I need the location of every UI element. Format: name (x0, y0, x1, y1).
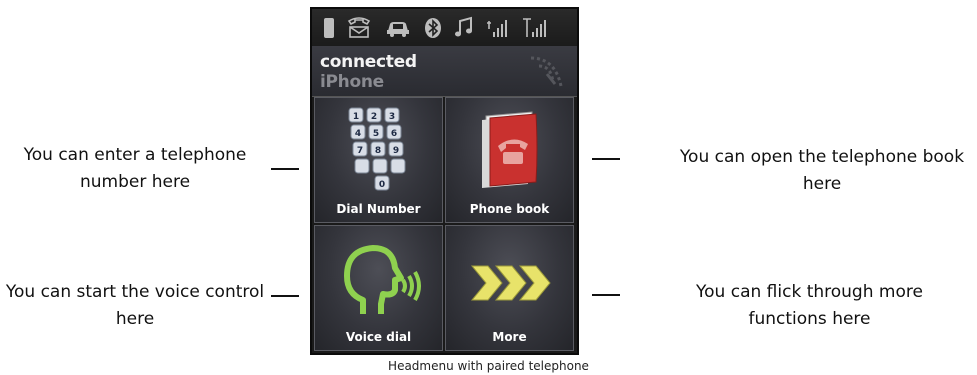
svg-text:7: 7 (357, 146, 363, 156)
tile-label: Voice dial (345, 330, 412, 344)
tile-more[interactable]: More (445, 225, 574, 351)
phone-message-icon (347, 17, 371, 38)
svg-text:4: 4 (355, 129, 361, 139)
tile-phone-book[interactable]: Phone book (445, 97, 574, 223)
annotation-phone-book: You can open the telephone book here (679, 147, 965, 194)
figure-caption: Headmenu with paired telephone (388, 359, 589, 373)
tile-label: More (492, 330, 527, 344)
annotation-voice-dial: You can start the voice control here (5, 282, 265, 329)
tile-dial-number[interactable]: 1 2 3 4 5 6 7 8 9 0 Dial Number (314, 97, 443, 223)
tile-voice-dial[interactable]: Voice dial (314, 225, 443, 351)
bluetooth-icon (425, 18, 441, 38)
svg-text:1: 1 (353, 112, 359, 122)
svg-text:8: 8 (375, 146, 381, 156)
annotation-more: You can flick through more functions her… (696, 282, 923, 329)
keypad-icon: 1 2 3 4 5 6 7 8 9 0 (348, 107, 406, 191)
tile-label: Dial Number (336, 202, 421, 216)
signal-strength-icon (487, 20, 507, 37)
svg-text:6: 6 (391, 129, 397, 139)
music-note-icon (455, 16, 472, 37)
status-bar (312, 9, 577, 46)
car-icon (387, 22, 409, 37)
svg-text:3: 3 (389, 112, 395, 122)
connector-line-more (592, 294, 620, 296)
svg-text:9: 9 (393, 146, 399, 156)
svg-text:2: 2 (371, 112, 377, 122)
svg-text:5: 5 (373, 129, 379, 139)
tile-label: Phone book (469, 202, 550, 216)
connector-line-dial (271, 168, 299, 170)
connection-header: connected iPhone (312, 46, 577, 97)
connection-status: connected (320, 52, 417, 72)
head-unit-screen: connected iPhone 123 456 789 0 Dial Numb… (310, 7, 579, 355)
battery-icon (324, 18, 334, 38)
voice-head-icon (344, 245, 421, 314)
annotation-dial-number: You can enter a telephone number here (23, 145, 247, 192)
connected-device-name: iPhone (320, 72, 384, 92)
connector-line-phonebook (592, 158, 620, 160)
svg-text:0: 0 (379, 180, 385, 190)
signal-arc-icon (530, 56, 563, 87)
connector-line-voice (271, 295, 299, 297)
phone-book-icon (482, 111, 538, 188)
chevrons-icon (470, 265, 551, 301)
network-signal-icon (523, 18, 546, 37)
